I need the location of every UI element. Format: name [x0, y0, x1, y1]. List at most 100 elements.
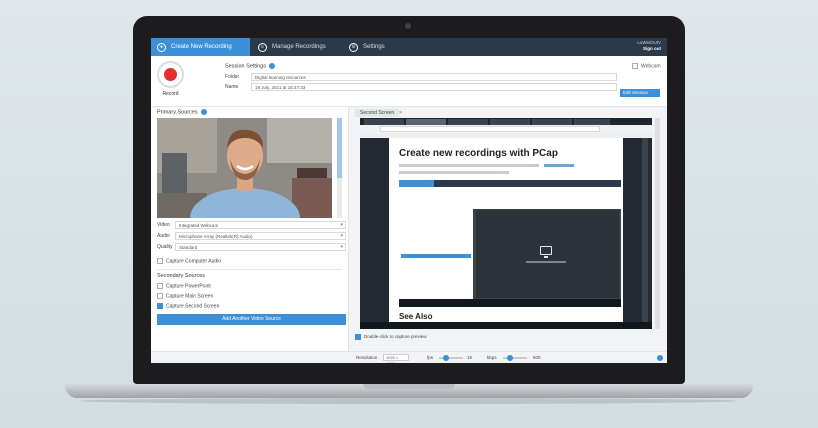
- second-screen-tab[interactable]: Second Screen: [355, 109, 400, 117]
- resolution-select[interactable]: 1920 × 1080: [383, 354, 409, 363]
- kbps-slider[interactable]: [503, 355, 527, 361]
- captured-taskbar: [360, 322, 652, 329]
- close-icon[interactable]: ×: [399, 109, 402, 117]
- double-click-option[interactable]: Double-click to capture preview: [355, 334, 427, 340]
- record-dot-icon: [164, 68, 177, 81]
- nested-add-button: [401, 254, 471, 258]
- name-label: Name: [225, 84, 239, 90]
- info-icon[interactable]: [268, 63, 275, 69]
- tab-settings[interactable]: ⚙ Settings: [343, 38, 393, 56]
- resolution-label: Resolution: [356, 355, 378, 360]
- fps-slider[interactable]: [439, 355, 463, 361]
- doc-text-line: [399, 171, 509, 174]
- second-screen-preview[interactable]: Create new recordings with PCap See Also: [360, 118, 652, 329]
- record-label: Record: [162, 91, 179, 97]
- capture-main-screen-checkbox[interactable]: [157, 293, 163, 299]
- monitor-stand-icon: [544, 256, 548, 258]
- kbps-label: kbps: [487, 355, 497, 360]
- audio-level-meter: [337, 118, 342, 218]
- nested-form: [399, 187, 621, 209]
- fps-value: 15: [467, 355, 473, 360]
- capture-audio-checkbox[interactable]: [157, 258, 163, 264]
- monitor-icon: [540, 246, 552, 255]
- primary-sources-title: Primary Sources: [157, 109, 207, 115]
- tab-label: Create New Recording: [171, 44, 232, 50]
- capture-second-screen-checkbox[interactable]: [157, 303, 163, 309]
- info-icon[interactable]: [200, 109, 207, 115]
- user-area: LuWeiOUIV Sign out: [637, 40, 661, 52]
- browser-address-bar: [360, 125, 652, 133]
- capture-audio-label: Capture Computer Audio: [166, 258, 222, 265]
- capture-second-screen[interactable]: Capture Second Screen: [157, 303, 219, 309]
- webcam-image: [157, 118, 332, 218]
- preview-scrollbar[interactable]: [655, 118, 660, 329]
- laptop-shadow: [80, 398, 738, 404]
- folder-field[interactable]: Digital learning resources: [251, 73, 617, 81]
- name-field[interactable]: 19 July, 2021 at 15:47:33: [251, 83, 617, 91]
- folder-label: Folder: [225, 74, 240, 80]
- fps-label: fps: [427, 355, 434, 360]
- browser-tabs: [360, 118, 652, 125]
- session-settings-text: Session Settings: [225, 63, 266, 70]
- kbps-slider-knob[interactable]: [507, 355, 513, 361]
- fps-slider-knob[interactable]: [443, 355, 449, 361]
- nested-video-area: [476, 210, 619, 298]
- primary-sources-pane: Primary Sources Video Integrated Webcam …: [151, 107, 349, 363]
- webcam-checkbox[interactable]: [632, 63, 638, 69]
- capture-computer-audio[interactable]: Capture Computer Audio: [157, 258, 221, 264]
- gear-icon: ⚙: [349, 42, 358, 52]
- capture-powerpoint-checkbox[interactable]: [157, 283, 163, 289]
- webcam-label: Webcam: [641, 63, 661, 70]
- add-video-source-button[interactable]: Add Another Video Source: [157, 314, 346, 325]
- doc-title: Create new recordings with PCap: [399, 148, 558, 159]
- captured-document: Create new recordings with PCap See Also: [389, 138, 623, 329]
- video-select[interactable]: Integrated Webcam: [175, 221, 346, 229]
- help-icon[interactable]: [657, 355, 663, 361]
- sign-out-link[interactable]: Sign out: [637, 46, 661, 52]
- tab-manage-recordings[interactable]: ≡ Manage Recordings: [252, 38, 340, 56]
- doc-text-line: [399, 164, 539, 167]
- secondary-sources-title: Secondary Sources: [157, 273, 205, 279]
- capture-powerpoint-label: Capture PowerPoint: [166, 283, 211, 290]
- nested-nav: [399, 180, 621, 187]
- tab-label: Manage Recordings: [272, 44, 326, 50]
- laptop-notch: [363, 384, 455, 389]
- nested-app-screenshot: [399, 180, 621, 307]
- record-button[interactable]: [157, 61, 184, 88]
- divider: [157, 269, 342, 270]
- laptop-camera: [405, 23, 411, 29]
- see-also-heading: See Also: [399, 312, 433, 321]
- audio-level-fill: [337, 118, 342, 178]
- webcam-preview: [157, 118, 332, 218]
- quality-select[interactable]: Standard: [175, 243, 346, 251]
- audio-select-row: Audio Microphone Array (Realtek(R) Audio…: [157, 232, 348, 241]
- session-settings-title: Session Settings: [225, 63, 275, 69]
- app-window: ● Create New Recording ≡ Manage Recordin…: [151, 38, 667, 363]
- double-click-checkbox[interactable]: [355, 334, 361, 340]
- quality-select-row: Quality Standard: [157, 243, 348, 252]
- capture-second-screen-label: Capture Second Screen: [166, 303, 220, 310]
- nested-tab: [399, 180, 434, 187]
- top-navigation: ● Create New Recording ≡ Manage Recordin…: [151, 38, 667, 56]
- tab-label: Settings: [363, 44, 385, 50]
- list-icon: ≡: [258, 42, 267, 52]
- audio-label: Audio: [157, 233, 170, 239]
- video-select-row: Video Integrated Webcam: [157, 221, 348, 230]
- audio-select[interactable]: Microphone Array (Realtek(R) Audio): [175, 232, 346, 240]
- record-icon: ●: [157, 42, 166, 52]
- capture-powerpoint[interactable]: Capture PowerPoint: [157, 283, 211, 289]
- primary-sources-text: Primary Sources: [157, 109, 198, 116]
- nested-caption: [526, 261, 566, 263]
- nested-taskbar: [399, 299, 621, 307]
- edit-session-button[interactable]: Edit Session: [620, 89, 660, 97]
- browser-scrollbar: [642, 138, 648, 329]
- capture-main-screen[interactable]: Capture Main Screen: [157, 293, 213, 299]
- url-field: [380, 126, 600, 132]
- doc-link: [544, 164, 574, 167]
- quality-label: Quality: [157, 244, 173, 250]
- tab-create-new-recording[interactable]: ● Create New Recording: [151, 38, 250, 56]
- capture-main-screen-label: Capture Main Screen: [166, 293, 214, 300]
- recording-panel: Record Session Settings Folder Digital l…: [151, 56, 667, 107]
- webcam-toggle[interactable]: Webcam: [632, 63, 661, 69]
- second-screen-pane: Second Screen × Create new recordings wi…: [349, 107, 667, 363]
